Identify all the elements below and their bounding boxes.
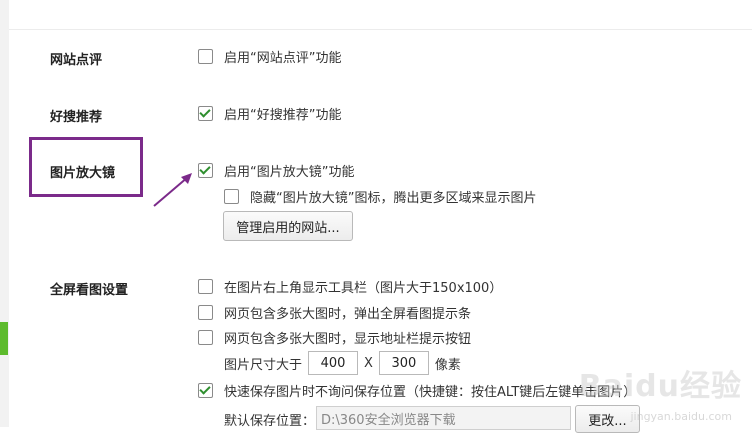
section-title-fullscreen: 全屏看图设置 — [50, 283, 129, 298]
top-divider — [9, 29, 752, 30]
fullscreen-toolbar-checkbox[interactable] — [198, 278, 213, 294]
magnifier-enable-label: 启用“图片放大镜”功能 — [224, 164, 355, 180]
section-title-magnifier: 图片放大镜 — [50, 166, 116, 181]
fullscreen-popup-checkbox[interactable] — [198, 304, 213, 320]
baidu-watermark-url: jingyan.baidu.com — [630, 410, 732, 423]
good-search-checkbox[interactable] — [198, 105, 213, 121]
fullscreen-toolbar-label: 在图片右上角显示工具栏（图片大于150x100） — [224, 280, 503, 296]
sidebar-active-indicator — [0, 322, 8, 355]
left-strip — [0, 0, 9, 427]
image-size-unit: 像素 — [434, 357, 461, 373]
site-review-label: 启用“网站点评”功能 — [224, 50, 342, 66]
manage-sites-button[interactable]: 管理启用的网站... — [223, 211, 353, 241]
good-search-option[interactable]: 启用“好搜推荐”功能 — [198, 104, 342, 123]
section-title-good-search: 好搜推荐 — [50, 110, 103, 125]
image-width-input[interactable]: 400 — [308, 351, 359, 375]
fullscreen-popup-option[interactable]: 网页包含多张大图时，弹出全屏看图提示条 — [198, 303, 472, 322]
magnifier-hide-icon-checkbox[interactable] — [224, 188, 239, 204]
fullscreen-addressbar-option[interactable]: 网页包含多张大图时，显示地址栏提示按钮 — [198, 328, 472, 347]
quick-save-label: 快速保存图片时不询问保存位置（快捷键：按住ALT键后左键单击图片） — [224, 384, 637, 400]
magnifier-hide-icon-label: 隐藏“图片放大镜”图标，腾出更多区域来显示图片 — [250, 190, 537, 206]
save-path-label: 默认保存位置： — [224, 414, 316, 429]
image-size-row: 图片尺寸大于 400 X 300 像素 — [224, 351, 461, 375]
fullscreen-toolbar-option[interactable]: 在图片右上角显示工具栏（图片大于150x100） — [198, 277, 503, 296]
image-size-label: 图片尺寸大于 — [224, 357, 303, 373]
baidu-watermark: Baidu经验 — [578, 369, 742, 404]
good-search-label: 启用“好搜推荐”功能 — [224, 107, 342, 123]
annotation-arrow-icon — [153, 173, 192, 207]
magnifier-hide-icon-option[interactable]: 隐藏“图片放大镜”图标，腾出更多区域来显示图片 — [224, 187, 537, 206]
magnifier-enable-option[interactable]: 启用“图片放大镜”功能 — [198, 161, 355, 180]
fullscreen-popup-label: 网页包含多张大图时，弹出全屏看图提示条 — [224, 306, 472, 322]
section-title-site-review: 网站点评 — [50, 53, 103, 68]
fullscreen-addressbar-checkbox[interactable] — [198, 329, 213, 345]
save-path-input[interactable]: D:\360安全浏览器下载 — [316, 406, 571, 430]
magnifier-enable-checkbox[interactable] — [198, 162, 213, 178]
image-size-separator: X — [364, 355, 373, 371]
site-review-checkbox[interactable] — [198, 48, 213, 64]
site-review-option[interactable]: 启用“网站点评”功能 — [198, 47, 342, 66]
quick-save-checkbox[interactable] — [198, 382, 213, 398]
quick-save-option[interactable]: 快速保存图片时不询问保存位置（快捷键：按住ALT键后左键单击图片） — [198, 381, 637, 400]
fullscreen-addressbar-label: 网页包含多张大图时，显示地址栏提示按钮 — [224, 331, 472, 347]
image-height-input[interactable]: 300 — [378, 351, 429, 375]
